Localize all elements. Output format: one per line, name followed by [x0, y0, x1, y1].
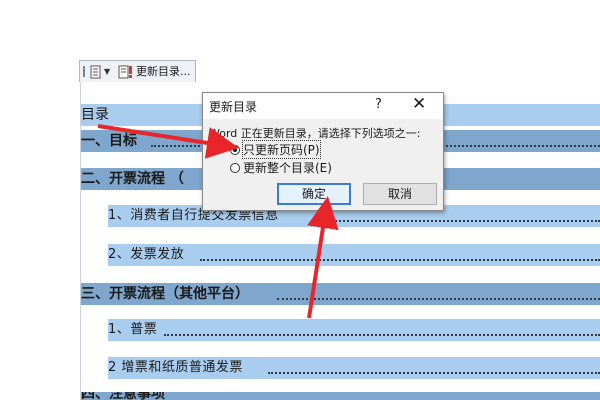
toc-leader-dots — [320, 220, 600, 222]
update-toc-dialog: 更新目录 ? ✕ Word 正在更新目录，请选择下列选项之一: 只更新页码(P)… — [202, 92, 444, 211]
toc-entry-text: 四、注意事项 — [81, 392, 165, 400]
help-button[interactable]: ? — [375, 97, 382, 112]
toc-leader-dots — [268, 372, 600, 374]
option-update-page-numbers[interactable]: 只更新页码(P) — [230, 140, 321, 159]
radio-unselected-icon[interactable] — [230, 162, 240, 173]
radio-selected-icon[interactable] — [230, 144, 240, 155]
close-button[interactable]: ✕ — [412, 95, 426, 113]
dialog-title: 更新目录 — [209, 100, 258, 114]
dropdown-icon[interactable]: ▼ — [104, 67, 110, 76]
toc-entry-text: 三、开票流程（其他平台） — [81, 286, 249, 302]
update-toc-button[interactable]: 更新目录... — [118, 65, 191, 79]
ok-button[interactable]: 确定 — [277, 183, 351, 205]
dialog-titlebar[interactable]: 更新目录 ? ✕ — [203, 93, 443, 119]
toc-entry[interactable]: 四、注意事项 — [81, 392, 600, 400]
toc-leader-dots — [277, 298, 600, 300]
update-toc-label: 更新目录... — [136, 65, 191, 78]
toc-entry-text: 2、发票发放 — [108, 247, 185, 262]
toc-leader-dots — [200, 259, 600, 261]
toc-entry[interactable]: 2、发票发放 — [108, 244, 600, 266]
option-label: 只更新页码(P) — [242, 140, 321, 159]
toc-entry[interactable]: 1、普票 — [108, 319, 600, 341]
dialog-prompt: Word 正在更新目录，请选择下列选项之一: — [209, 127, 421, 140]
option-label: 更新整个目录(E) — [243, 161, 332, 175]
cancel-button[interactable]: 取消 — [363, 183, 437, 205]
option-update-entire-table[interactable]: 更新整个目录(E) — [230, 159, 332, 176]
document-icon[interactable] — [90, 65, 102, 79]
toc-entry[interactable]: 2 增票和纸质普通发票 — [108, 357, 600, 379]
grip-icon[interactable] — [83, 66, 85, 77]
toc-entry-text: 二、开票流程 （ — [81, 171, 184, 187]
toc-field-toolbar: ▼ 更新目录... — [79, 60, 196, 82]
toc-entry[interactable]: 三、开票流程（其他平台） — [81, 283, 600, 305]
toc-entry-text: 一、目标 — [81, 133, 137, 149]
toc-leader-dots — [164, 334, 600, 336]
update-toc-icon — [118, 65, 132, 79]
toc-entry-text: 2 增票和纸质普通发票 — [108, 360, 243, 375]
toc-entry-text: 1、普票 — [108, 322, 158, 337]
toc-heading: 目录 — [81, 107, 109, 123]
